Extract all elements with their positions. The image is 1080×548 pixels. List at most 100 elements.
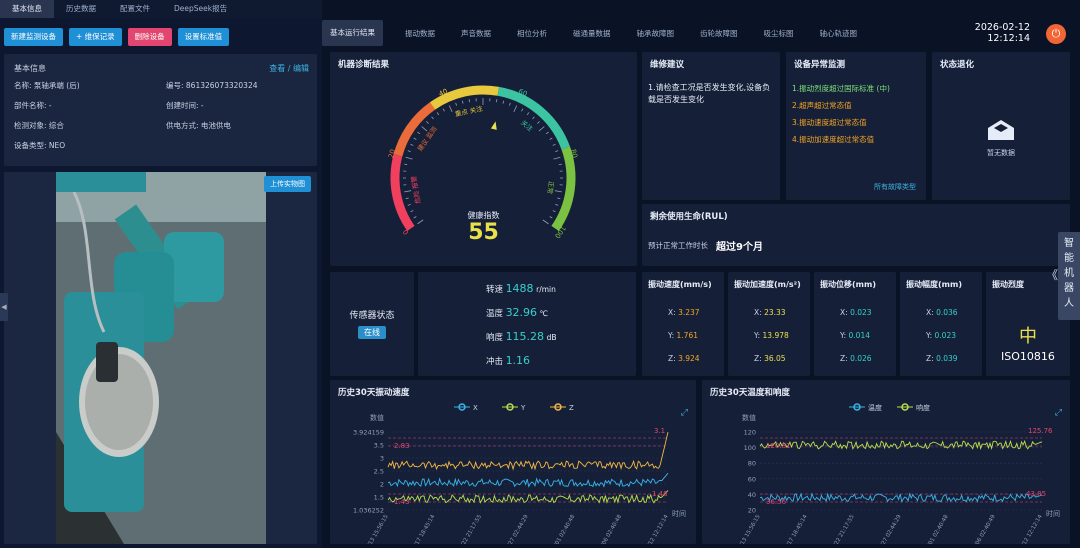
- subtab-phase[interactable]: 相位分析: [509, 28, 555, 39]
- anomaly-item-1: 1.振动烈度超过国际标准 (中): [792, 84, 890, 93]
- series-line-Y: [387, 490, 669, 504]
- tab-deepseek[interactable]: DeepSeek报告: [162, 0, 239, 18]
- gauge-tick: [513, 105, 518, 113]
- velocity-chart: 数值时间 3.924159 3.5 3 2.5 2 1.5 1.036252 X Y Z 3.1 2.8…: [353, 403, 686, 544]
- subtab-vibration[interactable]: 振动数据: [397, 28, 443, 39]
- collapse-left-icon[interactable]: ◀: [0, 293, 8, 321]
- diagnosis-title: 机器诊断结果: [338, 60, 390, 70]
- legend-label: 温度: [868, 403, 882, 412]
- diagnosis-panel: 机器诊断结果 0 20 40 60 80 100 危险 报警 建议 监测 重点 关注 关注 正常 健…: [330, 52, 637, 266]
- axis-y-label: Y:: [840, 331, 847, 340]
- gauge-tick: [555, 203, 559, 206]
- gauge-zone-label: 正常: [545, 180, 556, 194]
- gauge-tick: [442, 108, 445, 112]
- vib-accel-z: 36.05: [764, 354, 786, 363]
- part-name: 部件名称: -: [14, 101, 52, 110]
- gauge-tick: [431, 116, 434, 120]
- tab-basic-info[interactable]: 基本信息: [0, 0, 54, 18]
- axis-z-label: Z:: [840, 354, 848, 363]
- robot-arrow-icon[interactable]: 《: [1046, 266, 1058, 283]
- tab-history[interactable]: 历史数据: [54, 0, 108, 18]
- y-tick-label: 80: [748, 460, 756, 468]
- x-tick-label: 2026/02/06 02:40:49: [962, 514, 997, 544]
- device-photo: 上传实物图: [4, 172, 317, 544]
- power-icon[interactable]: ⏻: [1046, 24, 1066, 44]
- gauge-tick: [495, 99, 498, 103]
- tab-config[interactable]: 配置文件: [108, 0, 162, 18]
- info-card: 基本信息 查看 / 编辑 名称: 泵轴承端 (后) 编号: 8613260733…: [4, 54, 317, 166]
- datetime: 2026-02-12 12:12:14: [975, 22, 1030, 44]
- chart-x-axis-label: 时间: [672, 509, 686, 518]
- severity-standard: ISO10816: [1001, 350, 1055, 363]
- sensor-panel: 传感器状态 在线: [330, 272, 414, 376]
- metric-speed: 转速 1488 r/min: [486, 282, 556, 295]
- device-type: 设备类型: NEO: [14, 141, 66, 150]
- gauge-needle: [490, 121, 497, 130]
- gauge-tick: [407, 150, 411, 153]
- legend-label: X: [473, 404, 478, 412]
- subtab-dust[interactable]: 吸尘标图: [756, 28, 802, 39]
- new-device-button[interactable]: 新建监测设备: [4, 28, 63, 46]
- top-tabs: 基本信息 历史数据 配置文件 DeepSeek报告: [0, 0, 322, 18]
- gauge-tick: [404, 163, 408, 166]
- x-tick-label: 2026/01/17 18:45:14: [774, 514, 809, 544]
- subtab-basic-result[interactable]: 基本运行结果: [322, 20, 383, 46]
- gauge-arc-3: [497, 86, 570, 150]
- vib-amp-z: 0.039: [936, 354, 958, 363]
- x-tick-label: 2026/01/27 02:44:29: [495, 514, 530, 544]
- x-tick-label: 2026/01/17 18:45:14: [402, 514, 437, 544]
- y-tick-label: 3: [380, 455, 384, 463]
- vib-disp-panel: 振动位移(mm) X: 0.023 Y: 0.014 Z: 0.026: [814, 272, 896, 376]
- y-tick-label: 20: [748, 507, 756, 515]
- maintenance-record-button[interactable]: + 维保记录: [69, 28, 122, 46]
- info-title: 基本信息: [14, 64, 46, 73]
- subtab-sound[interactable]: 声音数据: [453, 28, 499, 39]
- gauge-tick: [405, 156, 413, 160]
- axis-x-label: X:: [754, 308, 762, 317]
- vib-severity-title: 振动烈度: [992, 280, 1024, 289]
- y-tick-label: 40: [748, 491, 756, 499]
- y-tick-label: 3.924159: [353, 429, 384, 437]
- online-badge: 在线: [358, 326, 386, 339]
- smart-robot-button[interactable]: 智能机器人: [1058, 232, 1080, 320]
- gauge-tick: [410, 143, 414, 146]
- view-edit-link[interactable]: 查看 / 编辑: [269, 63, 309, 74]
- device-name: 名称: 泵轴承端 (后): [14, 81, 80, 90]
- gauge-zone-label: 建议 监测: [415, 124, 439, 153]
- x-tick-label: 2026/01/27 02:44:29: [868, 514, 903, 544]
- empty-box-icon: [988, 120, 1014, 140]
- gauge-tick: [448, 105, 453, 113]
- set-standard-button[interactable]: 设置标准值: [177, 28, 230, 46]
- delete-device-button[interactable]: 删除设备: [127, 28, 172, 46]
- vib-amp-panel: 振动幅度(mm) X: 0.036 Y: 0.023 Z: 0.039: [900, 272, 982, 376]
- axis-x-label: X:: [840, 308, 848, 317]
- detect-object: 检测对象: 综合: [14, 121, 64, 130]
- no-data-text: 暂无数据: [987, 149, 1015, 157]
- temp-loud-history-panel: 历史30天温度和响度 ⤢ 数值 时间 120 100 80 60 40 20 温度 响度 125.7…: [702, 380, 1070, 544]
- sub-tabs: 基本运行结果 振动数据 声音数据 相位分析 磁通量数据 轴承故障图 齿轮故障图 …: [322, 18, 1002, 48]
- threshold-annotation: 120.81: [766, 442, 791, 450]
- subtab-orbit[interactable]: 轴心轨迹图: [812, 28, 866, 39]
- subtab-flux[interactable]: 磁通量数据: [565, 28, 619, 39]
- threshold-annotation: 43.85: [1026, 490, 1046, 498]
- rul-value: 超过9个月: [716, 242, 763, 253]
- vib-amp-title: 振动幅度(mm): [906, 280, 962, 289]
- subtab-bearing[interactable]: 轴承故障图: [629, 28, 683, 39]
- upload-photo-button[interactable]: 上传实物图: [264, 176, 311, 192]
- gauge-tick: [468, 99, 471, 103]
- gauge-zone-label: 重点 关注: [454, 104, 484, 119]
- subtab-gear[interactable]: 齿轮故障图: [692, 28, 746, 39]
- metric-temperature: 温度 32.96 ℃: [486, 306, 549, 319]
- rul-panel: 剩余使用生命(RUL) 预计正常工作时长 超过9个月: [642, 204, 1070, 266]
- series-line-X: [387, 472, 669, 488]
- all-faults-link[interactable]: 所有故障类型: [874, 182, 916, 192]
- gauge-tick: [554, 190, 562, 193]
- y-tick-label: 2.5: [374, 468, 384, 476]
- anomaly-title: 设备异常监测: [794, 60, 846, 70]
- vib-amp-x: 0.036: [936, 308, 958, 317]
- gauge-zone-label: 危险 报警: [409, 175, 423, 205]
- x-tick-label: 2026/02/06 02:40:48: [589, 514, 624, 544]
- axis-z-label: Z:: [926, 354, 934, 363]
- severity-level: 中: [1019, 326, 1037, 347]
- rul-title: 剩余使用生命(RUL): [650, 212, 728, 222]
